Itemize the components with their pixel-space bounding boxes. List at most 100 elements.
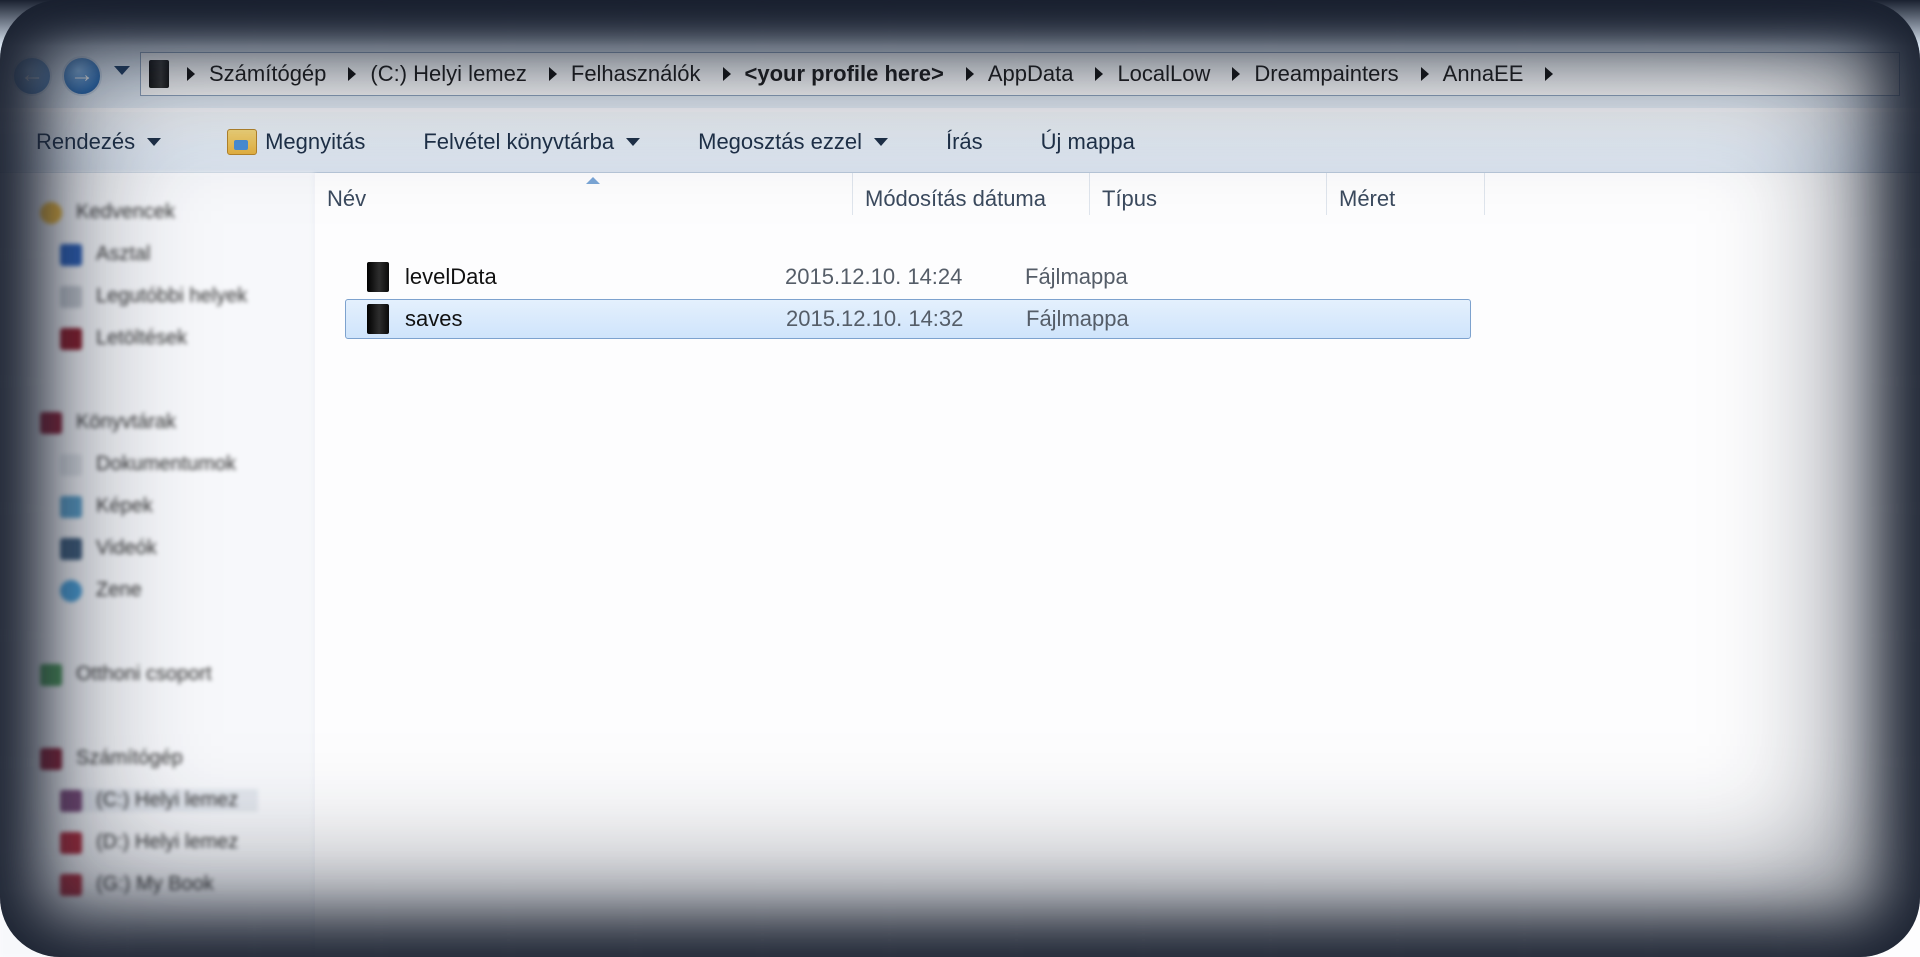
column-type-label: Típus (1102, 186, 1158, 211)
file-list: Név Módosítás dátuma Típus Méret levelDa… (315, 173, 1920, 957)
folder-icon (149, 60, 169, 88)
include-in-library-button[interactable]: Felvétel könyvtárba (423, 129, 641, 155)
breadcrumb-arrow-icon[interactable] (187, 67, 195, 81)
column-date-label: Módosítás dátuma (865, 186, 1046, 211)
open-label: Megnyitás (265, 129, 366, 154)
nav-item-documents[interactable]: Dokumentumok (60, 453, 236, 476)
column-header-name[interactable]: Név (315, 173, 853, 215)
nav-homegroup-label: Otthoni csoport (76, 663, 212, 685)
back-icon[interactable]: ← (12, 56, 52, 96)
videos-icon (60, 537, 82, 560)
address-bar[interactable]: Számítógép (C:) Helyi lemez Felhasználók… (140, 52, 1900, 96)
desktop-icon (60, 243, 82, 266)
nav-item-videos[interactable]: Videók (60, 537, 157, 560)
breadcrumb-locallow[interactable]: LocalLow (1117, 61, 1210, 87)
drive-icon (60, 873, 82, 896)
breadcrumb-arrow-icon[interactable] (1232, 67, 1241, 81)
chevron-down-icon (626, 138, 641, 146)
drive-icon (60, 831, 82, 854)
column-size-label: Méret (1339, 186, 1396, 211)
column-header-type[interactable]: Típus (1090, 173, 1327, 215)
nav-item-label: Zene (96, 579, 142, 601)
nav-item-label: Dokumentumok (96, 453, 237, 475)
share-with-button[interactable]: Megosztás ezzel (698, 129, 888, 155)
new-folder-button[interactable]: Új mappa (1041, 129, 1135, 155)
breadcrumb-arrow-icon[interactable] (1420, 67, 1429, 81)
breadcrumb-profile[interactable]: <your profile here> (745, 61, 944, 87)
list-item[interactable]: levelData 2015.12.10. 14:24 Fájlmappa (345, 257, 1471, 297)
breadcrumb-arrow-icon[interactable] (1545, 67, 1554, 81)
nav-item-recent-places[interactable]: Legutóbbi helyek (60, 285, 247, 308)
nav-libraries-label: Könyvtárak (76, 411, 177, 433)
breadcrumb-arrow-icon[interactable] (1095, 67, 1104, 81)
nav-item-label: Képek (96, 495, 153, 517)
column-header-size[interactable]: Méret (1327, 173, 1485, 215)
nav-item-pictures[interactable]: Képek (60, 495, 153, 518)
computer-icon (40, 747, 62, 770)
nav-item-d-drive[interactable]: (D:) Helyi lemez (60, 831, 238, 854)
column-header-date[interactable]: Módosítás dátuma (853, 173, 1090, 215)
nav-item-label: Asztal (96, 243, 151, 265)
forward-icon[interactable]: → (62, 56, 102, 96)
nav-computer[interactable]: Számítógép (40, 747, 183, 770)
breadcrumb-c-drive[interactable]: (C:) Helyi lemez (370, 61, 526, 87)
downloads-icon (60, 327, 82, 350)
breadcrumb-arrow-icon[interactable] (722, 67, 731, 81)
nav-item-g-drive[interactable]: (G:) My Book (60, 873, 214, 896)
chevron-down-icon (873, 138, 888, 146)
nav-item-c-drive[interactable]: (C:) Helyi lemez (60, 789, 259, 812)
file-type: Fájlmappa (1026, 306, 1129, 331)
drive-icon (60, 789, 82, 812)
list-item-selected[interactable]: saves 2015.12.10. 14:32 Fájlmappa (345, 299, 1471, 339)
breadcrumb-annaee[interactable]: AnnaEE (1443, 61, 1524, 87)
navigation-pane: Kedvencek Asztal Legutóbbi helyek Letölt… (0, 173, 315, 957)
nav-item-label: (C:) Helyi lemez (96, 789, 239, 811)
breadcrumb-dreampainters[interactable]: Dreampainters (1254, 61, 1398, 87)
breadcrumb-arrow-icon[interactable] (548, 67, 557, 81)
nav-item-label: Letöltések (96, 327, 188, 349)
nav-item-desktop[interactable]: Asztal (60, 243, 150, 266)
breadcrumb-computer[interactable]: Számítógép (209, 61, 326, 87)
music-icon (60, 579, 82, 602)
include-in-library-label: Felvétel könyvtárba (423, 129, 615, 154)
homegroup-icon (40, 663, 62, 686)
documents-icon (60, 453, 82, 476)
burn-button[interactable]: Írás (946, 129, 983, 155)
breadcrumb-arrow-icon[interactable] (965, 67, 974, 81)
libraries-icon (40, 411, 62, 434)
nav-favorites-label: Kedvencek (76, 201, 175, 223)
organize-button[interactable]: Rendezés (36, 129, 162, 155)
folder-icon (367, 262, 389, 292)
file-type: Fájlmappa (1025, 264, 1128, 289)
column-name-label: Név (327, 186, 367, 211)
new-folder-label: Új mappa (1040, 129, 1135, 154)
nav-favorites[interactable]: Kedvencek (40, 201, 175, 224)
sort-ascending-icon (586, 177, 600, 184)
command-toolbar: Rendezés Megnyitás Felvétel könyvtárba M… (0, 112, 1920, 173)
nav-item-label: (D:) Helyi lemez (96, 831, 239, 853)
breadcrumb-arrow-icon[interactable] (348, 67, 357, 81)
nav-item-downloads[interactable]: Letöltések (60, 327, 187, 350)
chevron-down-icon (147, 138, 162, 146)
open-button[interactable]: Megnyitás (227, 129, 365, 155)
nav-item-music[interactable]: Zene (60, 579, 142, 602)
breadcrumb-appdata[interactable]: AppData (988, 61, 1074, 87)
pictures-icon (60, 495, 82, 518)
nav-item-label: Videók (96, 537, 157, 559)
recent-pages-chevron-down-icon[interactable] (114, 66, 130, 75)
breadcrumb-users[interactable]: Felhasználók (571, 61, 701, 87)
nav-item-label: (G:) My Book (96, 873, 214, 895)
open-folder-icon (227, 129, 258, 155)
nav-homegroup[interactable]: Otthoni csoport (40, 663, 212, 686)
file-date: 2015.12.10. 14:24 (785, 264, 963, 289)
navigation-bar: ← → Számítógép (C:) Helyi lemez Felhaszn… (0, 0, 1920, 108)
organize-label: Rendezés (36, 129, 136, 154)
nav-libraries[interactable]: Könyvtárak (40, 411, 176, 434)
column-header: Név Módosítás dátuma Típus Méret (315, 173, 1485, 215)
nav-computer-label: Számítógép (76, 747, 183, 769)
star-icon (40, 201, 62, 224)
recent-places-icon (60, 285, 82, 308)
folder-icon (367, 304, 389, 334)
breadcrumb: Számítógép (C:) Helyi lemez Felhasználók… (183, 61, 1567, 87)
explorer-window: ← → Számítógép (C:) Helyi lemez Felhaszn… (0, 0, 1920, 957)
